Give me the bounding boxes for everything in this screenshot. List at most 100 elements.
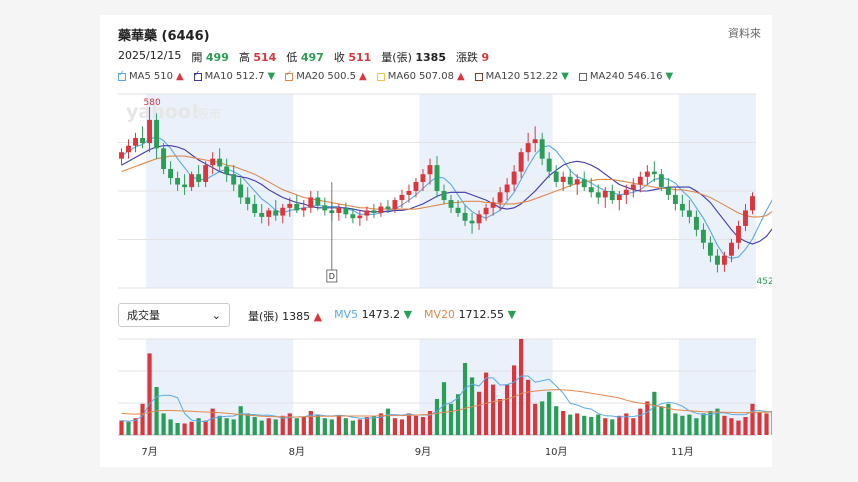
volume-bar[interactable] [568, 414, 573, 435]
volume-bar[interactable] [273, 419, 278, 435]
candle-body[interactable] [364, 210, 370, 216]
candle-body[interactable] [287, 203, 293, 208]
volume-bar[interactable] [392, 418, 398, 435]
volume-bar[interactable] [631, 418, 636, 435]
candle-body[interactable] [392, 200, 398, 210]
checkbox-icon[interactable] [474, 72, 483, 81]
candle-body[interactable] [665, 187, 671, 195]
candle-body[interactable] [420, 174, 426, 182]
candle-body[interactable] [560, 176, 566, 182]
volume-bar[interactable] [519, 339, 524, 435]
ma-toggle-ma120[interactable]: MA120 512.22 ▼ [474, 71, 569, 82]
volume-bar[interactable] [554, 406, 559, 435]
candle-body[interactable] [644, 171, 650, 177]
candle-body[interactable] [567, 176, 573, 185]
volume-bar[interactable] [217, 415, 222, 435]
indicator-select[interactable]: 成交量 ⌄ [118, 303, 230, 327]
candle-body[interactable] [357, 215, 363, 219]
candle-body[interactable] [238, 184, 244, 198]
volume-bar[interactable] [673, 413, 678, 435]
candle-body[interactable] [350, 214, 356, 219]
candle-body[interactable] [476, 214, 482, 224]
volume-bar[interactable] [497, 399, 503, 435]
candle-body[interactable] [609, 191, 615, 201]
candle-body[interactable] [602, 191, 608, 198]
volume-bar[interactable] [743, 417, 748, 435]
candle-body[interactable] [714, 255, 720, 265]
candle-body[interactable] [301, 207, 307, 211]
candle-body[interactable] [147, 119, 153, 144]
candle-body[interactable] [189, 174, 195, 188]
candle-body[interactable] [574, 179, 580, 185]
candle-body[interactable] [371, 210, 377, 213]
volume-bar[interactable] [175, 423, 180, 435]
candle-body[interactable] [413, 181, 419, 191]
candle-body[interactable] [490, 202, 496, 208]
volume-bar[interactable] [610, 419, 615, 435]
candle-body[interactable] [322, 205, 328, 211]
volume-bar[interactable] [505, 384, 510, 435]
candle-body[interactable] [203, 165, 209, 182]
candle-body[interactable] [637, 176, 643, 185]
volume-bar[interactable] [245, 413, 250, 435]
candle-body[interactable] [266, 210, 272, 217]
candle-body[interactable] [336, 207, 342, 213]
volume-bar[interactable] [596, 414, 601, 435]
candle-body[interactable] [196, 174, 202, 182]
volume-bar[interactable] [533, 403, 538, 435]
volume-bar[interactable] [561, 411, 566, 435]
candle-body[interactable] [672, 194, 678, 204]
candle-body[interactable] [399, 194, 405, 201]
volume-bar[interactable] [406, 413, 412, 435]
volume-bar[interactable] [547, 391, 552, 435]
candle-body[interactable] [504, 184, 510, 193]
candle-body[interactable] [707, 242, 713, 256]
candle-body[interactable] [273, 210, 279, 216]
volume-bar[interactable] [575, 413, 580, 435]
checkbox-icon[interactable] [578, 72, 587, 81]
candle-body[interactable] [686, 210, 692, 217]
volume-bar[interactable] [238, 406, 243, 435]
volume-bar[interactable] [526, 379, 531, 435]
candle-body[interactable] [231, 174, 237, 185]
ma-toggle-ma10[interactable]: MA10512.7▼ [193, 69, 275, 82]
volume-bar[interactable] [315, 414, 320, 435]
candle-body[interactable] [119, 152, 124, 159]
volume-bar[interactable] [399, 419, 405, 435]
volume-bar[interactable] [371, 415, 377, 435]
volume-bar[interactable] [266, 418, 271, 435]
candle-body[interactable] [245, 197, 251, 204]
candle-body[interactable] [721, 255, 727, 265]
volume-bar[interactable] [259, 420, 264, 435]
candle-body[interactable] [736, 225, 741, 243]
candle-body[interactable] [693, 216, 699, 230]
candle-body[interactable] [729, 242, 734, 256]
candle-body[interactable] [651, 171, 657, 175]
volume-bar[interactable] [589, 417, 594, 435]
candle-body[interactable] [182, 184, 188, 188]
volume-bar[interactable] [119, 420, 124, 435]
candle-body[interactable] [511, 171, 517, 185]
volume-bar[interactable] [434, 399, 440, 435]
volume-bar[interactable] [182, 423, 187, 435]
candle-body[interactable] [434, 165, 440, 191]
candle-body[interactable] [455, 207, 461, 213]
candle-body[interactable] [630, 184, 636, 190]
candle-body[interactable] [469, 220, 475, 224]
candle-body[interactable] [743, 210, 748, 226]
candle-body[interactable] [427, 165, 433, 175]
candle-body[interactable] [679, 203, 685, 211]
volume-bar[interactable] [189, 421, 194, 435]
volume-bar[interactable] [694, 418, 699, 435]
volume-bar[interactable] [582, 415, 587, 435]
candle-body[interactable] [161, 148, 167, 170]
candle-body[interactable] [252, 203, 258, 213]
volume-bar[interactable] [455, 394, 461, 435]
checkbox-icon[interactable] [118, 69, 126, 81]
candle-body[interactable] [378, 206, 384, 213]
candle-body[interactable] [315, 197, 321, 206]
volume-bar[interactable] [413, 415, 419, 435]
volume-bar[interactable] [294, 418, 299, 435]
candle-body[interactable] [140, 137, 145, 144]
candle-body[interactable] [623, 189, 629, 195]
